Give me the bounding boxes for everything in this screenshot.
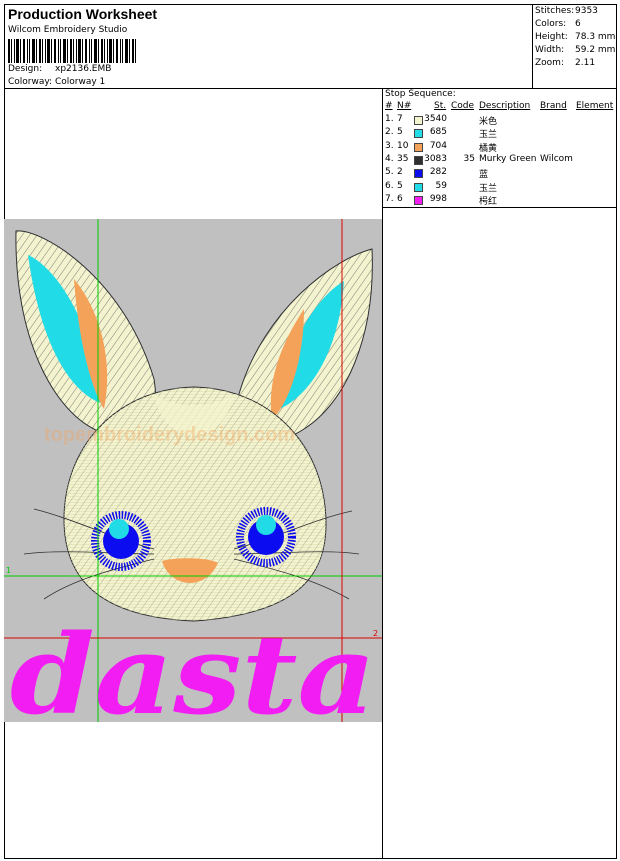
barcode xyxy=(8,39,136,63)
stop-cell-desc: 枵红 xyxy=(479,196,498,207)
stop-row: 7. 6 998 枵红 xyxy=(385,194,615,207)
col-description: Description xyxy=(479,101,531,111)
color-swatch xyxy=(414,116,423,125)
stop-cell-idx: 7. xyxy=(385,193,394,204)
colorway-label: Colorway: xyxy=(8,77,53,87)
stop-sequence-caption: Stop Sequence: xyxy=(385,89,456,99)
stat-zoom: Zoom: 2.11 xyxy=(535,58,596,68)
stop-cell-st: 3083 xyxy=(424,153,447,164)
stop-cell-n: 2 xyxy=(397,167,403,178)
header-block: Production Worksheet Wilcom Embroidery S… xyxy=(5,5,532,87)
color-swatch xyxy=(414,155,423,165)
stop-cell-idx: 5. xyxy=(385,167,394,178)
col-brand: Brand xyxy=(540,101,567,111)
stats-block: Stitches:9353 Colors: 6 Height: 78.3 mm Wi… xyxy=(532,4,618,88)
stop-row: 6. 5 59 玉兰 xyxy=(385,181,615,194)
design-name-row: Design: xp2136.EMB xyxy=(8,64,111,74)
col-stitches: St. xyxy=(434,101,447,111)
col-index: # xyxy=(385,101,393,111)
stop-cell-idx: 3. xyxy=(385,140,394,151)
stop-cell-idx: 4. xyxy=(385,153,394,164)
stop-row: 2. 5 685 玉兰 xyxy=(385,127,615,140)
watermark-text: topembroiderydesign.com xyxy=(44,424,295,446)
color-swatch xyxy=(414,195,423,205)
col-code: Code xyxy=(451,101,475,111)
stop-cell-idx: 6. xyxy=(385,180,394,191)
colorway-row: Colorway: Colorway 1 xyxy=(8,77,105,87)
stop-cell-st: 282 xyxy=(429,167,447,178)
design-preview: topembroiderydesign.com 1 2 dasta xyxy=(4,219,382,722)
stop-cell-idx: 1. xyxy=(385,114,394,124)
stop-cell-desc: 橘黄 xyxy=(479,143,498,154)
stop-row: 1. 7 3540 米色 xyxy=(385,114,615,127)
color-swatch xyxy=(414,142,423,152)
stop-row: 4. 35 3083 35 Murky Green Wilcom xyxy=(385,154,615,167)
stop-cell-desc: Murky Green xyxy=(479,153,537,164)
stop-sequence-divider xyxy=(382,207,617,208)
design-lettering: dasta xyxy=(10,610,376,722)
stop-cell-st: 59 xyxy=(435,180,447,191)
stop-cell-n: 5 xyxy=(397,180,403,191)
column-divider xyxy=(382,88,383,859)
header-divider xyxy=(4,88,617,89)
stop-cell-desc: 玉兰 xyxy=(479,130,498,141)
stop-cell-n: 10 xyxy=(397,140,409,151)
col-element: Element xyxy=(576,101,614,111)
stop-row: 3. 10 704 橘黄 xyxy=(385,141,615,154)
stop-cell-st: 704 xyxy=(429,140,447,151)
stat-width: Width: 59.2 mm xyxy=(535,45,616,55)
color-swatch xyxy=(414,182,423,192)
color-swatch xyxy=(414,169,423,179)
stop-cell-desc: 蓝 xyxy=(479,170,489,181)
stop-cell-brand: Wilcom xyxy=(540,153,573,164)
design-canvas: topembroiderydesign.com 1 2 dasta xyxy=(4,219,382,722)
stat-stitches: Stitches:9353 xyxy=(535,6,598,16)
stop-cell-n: 6 xyxy=(397,193,403,204)
colorway-value: Colorway 1 xyxy=(55,77,106,87)
stop-cell-st: 3540 xyxy=(424,114,447,124)
stop-cell-idx: 2. xyxy=(385,127,394,138)
stat-height: Height: 78.3 mm xyxy=(535,32,616,42)
marker-green-label: 1 xyxy=(6,566,11,575)
worksheet-title: Production Worksheet xyxy=(8,6,158,22)
stop-cell-n: 35 xyxy=(397,153,409,164)
stat-colors: Colors: 6 xyxy=(535,19,581,29)
stop-row: 5. 2 282 蓝 xyxy=(385,167,615,180)
stop-cell-desc: 米色 xyxy=(479,117,498,127)
stop-cell-desc: 玉兰 xyxy=(479,183,498,194)
color-swatch xyxy=(414,129,423,139)
design-value: xp2136.EMB xyxy=(55,64,112,74)
stop-cell-st: 998 xyxy=(429,193,447,204)
stop-cell-n: 7 xyxy=(397,114,403,124)
stop-cell-st: 685 xyxy=(429,127,447,138)
col-needle: N# xyxy=(397,101,412,111)
stop-cell-code: 35 xyxy=(463,153,475,164)
stop-cell-n: 5 xyxy=(397,127,403,138)
software-name: Wilcom Embroidery Studio xyxy=(8,25,128,35)
design-label: Design: xyxy=(8,64,43,74)
